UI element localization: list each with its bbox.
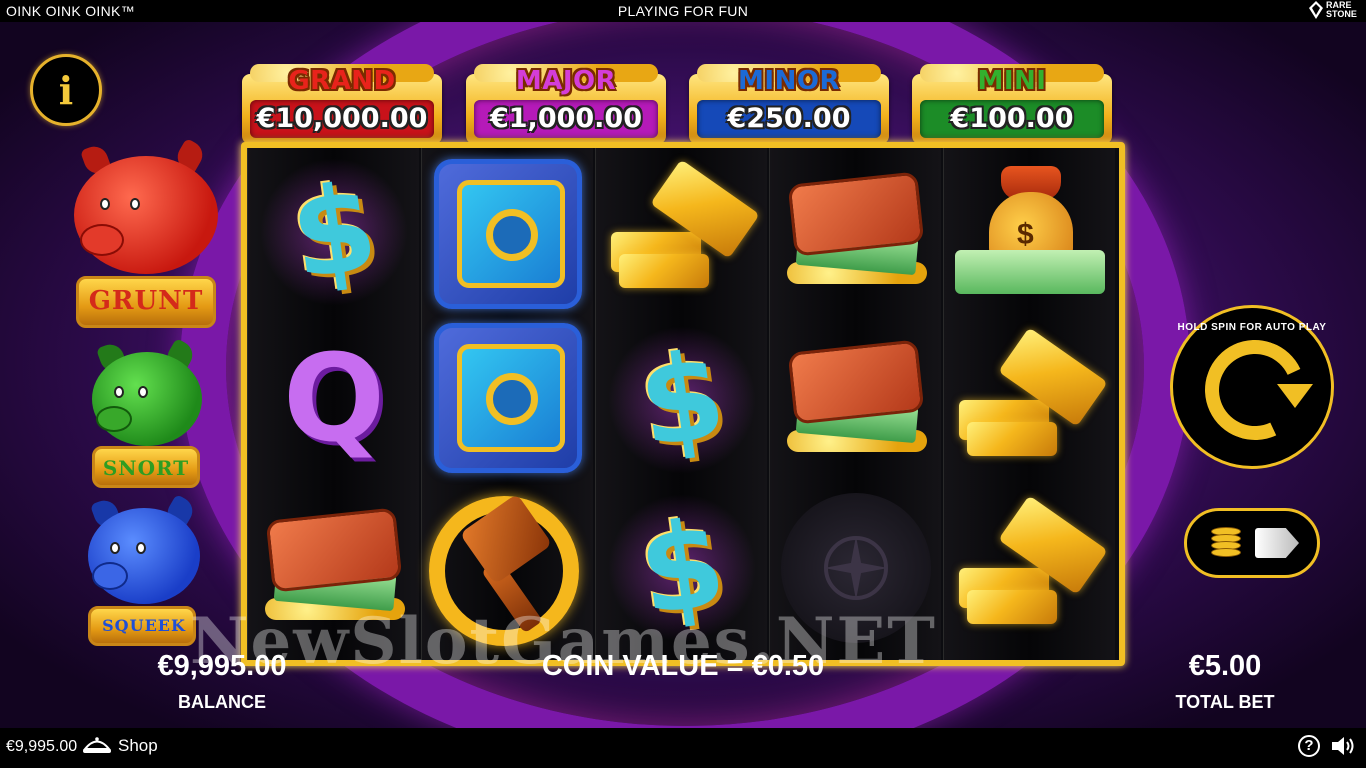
jackpot-value: €100.00 bbox=[920, 100, 1104, 138]
pig-eye bbox=[136, 542, 146, 554]
game-stage: i GRUNT SNORT SQUEEK GRAND €10,000.00 MA… bbox=[0, 22, 1366, 728]
jackpot-title: MINOR bbox=[738, 66, 840, 96]
safe-dial bbox=[486, 208, 538, 261]
pig-label-grunt: GRUNT bbox=[88, 286, 204, 316]
info-icon: i bbox=[58, 67, 74, 113]
pig-eye bbox=[130, 198, 140, 210]
jackpot-minor: MINOR €250.00 bbox=[683, 52, 895, 152]
reel-cell bbox=[596, 150, 768, 313]
pig-grunt: GRUNT bbox=[70, 137, 222, 328]
wallet bbox=[265, 506, 403, 593]
gold-bars-symbol bbox=[955, 326, 1108, 460]
balance-label: BALANCE bbox=[178, 692, 266, 712]
jackpot-value: €250.00 bbox=[697, 100, 881, 138]
reel-cell: $ bbox=[591, 309, 773, 490]
pig-eye bbox=[110, 542, 120, 554]
cash bbox=[955, 249, 1105, 294]
brand-logo: RARE STONE bbox=[1309, 1, 1360, 19]
q-symbol: Q bbox=[282, 330, 385, 469]
play-mode-label: PLAYING FOR FUN bbox=[617, 3, 749, 19]
spin-arrow-icon bbox=[1277, 384, 1313, 408]
jackpot-title: GRAND bbox=[288, 66, 396, 96]
rare-stone-icon bbox=[1309, 1, 1323, 19]
safe-door bbox=[457, 343, 565, 452]
pig-eye bbox=[114, 386, 124, 398]
dollar-sign: $ bbox=[1017, 217, 1034, 251]
wallet-symbol bbox=[781, 170, 931, 292]
reel-cell bbox=[422, 316, 594, 479]
jackpot-mini: MINI €100.00 bbox=[906, 52, 1118, 152]
pig-eye bbox=[138, 386, 148, 398]
reel-1: $ Q bbox=[243, 141, 425, 660]
reel-cell: $ bbox=[944, 150, 1116, 313]
safe-dial bbox=[486, 372, 538, 425]
safe-door bbox=[457, 179, 565, 288]
balance-value: €9,995.00 bbox=[157, 650, 287, 682]
wallet bbox=[787, 170, 925, 257]
jackpot-title: MAJOR bbox=[515, 66, 617, 96]
pig-body bbox=[74, 156, 218, 274]
pig-body bbox=[92, 352, 202, 446]
wallet bbox=[787, 338, 925, 425]
total-bet-label: TOTAL BET bbox=[1175, 692, 1275, 712]
gold-bars-symbol bbox=[607, 158, 760, 292]
safe-symbol bbox=[434, 158, 582, 309]
reel-3: $ $ bbox=[591, 148, 773, 660]
reel-cell: Q bbox=[248, 318, 420, 481]
pig-label-snort: SNORT bbox=[102, 456, 190, 480]
help-button[interactable]: ? bbox=[1298, 735, 1320, 757]
reel-cell bbox=[944, 318, 1116, 481]
pig-snout bbox=[96, 406, 132, 432]
total-bet-value: €5.00 bbox=[1188, 650, 1262, 682]
reel-5: $ bbox=[943, 148, 1115, 660]
pig-snort: SNORT bbox=[88, 337, 204, 492]
reel-cell bbox=[770, 150, 942, 313]
pig-eye bbox=[100, 198, 110, 210]
bet-settings-button[interactable] bbox=[1184, 508, 1320, 578]
wallet-symbol bbox=[781, 338, 931, 460]
jackpot-title: MINI bbox=[977, 66, 1047, 96]
arrow-right-icon bbox=[1255, 528, 1299, 558]
spin-hint: HOLD SPIN FOR AUTO PLAY bbox=[1177, 322, 1327, 333]
gold-bar bbox=[619, 253, 709, 288]
shop-label: Shop bbox=[118, 736, 158, 755]
coin-stack-icon bbox=[1211, 527, 1241, 559]
reel-grid: $ Q $ $ $ bbox=[241, 141, 1125, 666]
reel-cell: $ bbox=[243, 141, 425, 322]
dollar-symbol: $ bbox=[591, 309, 773, 490]
money-bag-symbol: $ bbox=[955, 162, 1105, 302]
reel-4 bbox=[769, 148, 941, 660]
footer-bar: €9,995.00 Shop ? bbox=[0, 728, 1366, 768]
footer-balance: €9,995.00 bbox=[6, 738, 78, 755]
coin-value: COIN VALUE = €0.50 bbox=[541, 650, 825, 682]
pig-label-squeek: SQUEEK bbox=[102, 616, 186, 635]
jackpot-value: €10,000.00 bbox=[250, 100, 434, 138]
top-bar: OINK OINK OINK™ PLAYING FOR FUN RARE STO… bbox=[0, 0, 1366, 22]
dollar-symbol: $ bbox=[243, 141, 425, 322]
reel-cell bbox=[422, 152, 594, 315]
brand-text: RARE STONE bbox=[1326, 0, 1357, 19]
info-button[interactable]: i bbox=[30, 54, 102, 126]
jackpot-major: MAJOR €1,000.00 bbox=[460, 52, 672, 152]
speaker-icon[interactable] bbox=[1330, 734, 1356, 758]
reel-2 bbox=[421, 148, 593, 660]
pig-squeek: SQUEEK bbox=[84, 493, 204, 648]
shop-button[interactable]: Shop bbox=[82, 734, 158, 758]
reel-cell bbox=[770, 318, 942, 481]
gold-bar bbox=[967, 421, 1057, 456]
compass-icon bbox=[824, 535, 888, 600]
safe-symbol bbox=[434, 322, 582, 473]
jackpot-grand: GRAND €10,000.00 bbox=[236, 52, 448, 152]
jackpot-value: €1,000.00 bbox=[474, 100, 658, 138]
shop-icon bbox=[82, 737, 112, 753]
spin-button[interactable]: HOLD SPIN FOR AUTO PLAY bbox=[1170, 305, 1334, 469]
pig-snout bbox=[92, 562, 128, 590]
pig-snout bbox=[80, 224, 124, 256]
